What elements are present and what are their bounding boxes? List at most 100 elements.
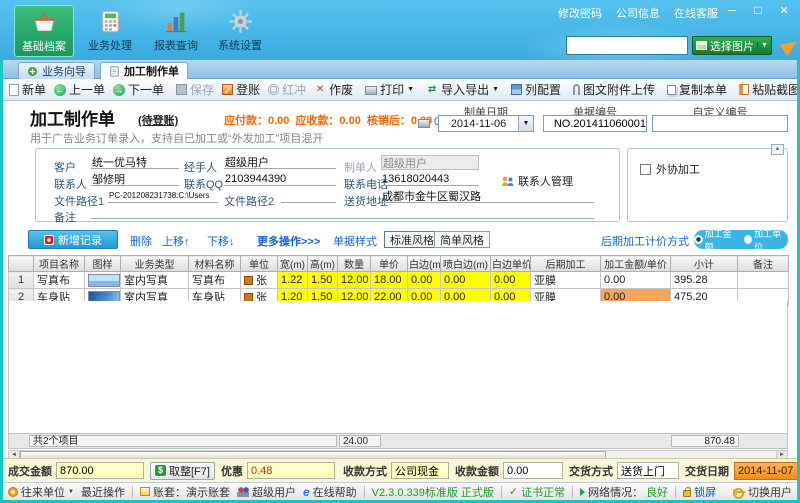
custom-number-field[interactable] [652,115,788,132]
cell-project[interactable]: 写真布 [33,271,85,289]
recent-operations-button[interactable]: 最近操作 [81,484,125,500]
handler-field[interactable] [224,155,336,169]
attachment-upload-button[interactable]: 图文附件上传 [569,80,659,99]
switch-user-button[interactable]: 切换用户 [733,484,792,500]
cell-qty[interactable]: 12.00 [337,271,371,289]
tab-processing-order[interactable]: 加工制作单 [100,62,188,79]
received-field[interactable] [502,462,563,479]
path2-field[interactable] [281,189,336,203]
customer-field[interactable] [91,155,179,169]
cell-remark[interactable] [737,271,789,289]
balance-summary: 应付款：0.00 应收款：0.00 核销后：0.00 [224,112,432,128]
status-badge: (待登账) [138,115,179,127]
cell-image[interactable] [84,271,121,289]
cell-spray-edge[interactable]: 0.00 [440,271,491,289]
nav-settings[interactable]: 系统设置 [210,5,270,57]
simple-style-button[interactable]: 简单风格 [434,231,490,248]
remark-field[interactable] [91,205,594,219]
cell-height[interactable]: 1.50 [307,271,338,289]
paste-screenshot-button[interactable]: 粘贴截图 [735,80,800,99]
online-service-link[interactable]: 在线客服 [674,5,718,21]
nav-basic-files[interactable]: 基础档案 [14,5,74,57]
round-button[interactable]: $ 取整[F7] [150,461,215,480]
path1-field[interactable] [108,189,218,203]
receivable-value: 0.00 [339,115,361,127]
copy-order-button[interactable]: 复制本单 [663,80,731,99]
import-export-button[interactable]: ⇄ 导入导出 ▼ [422,80,503,99]
account-set-item[interactable]: 账套：演示账套 [139,484,230,500]
collapse-panel-icon[interactable]: ▲ [771,144,784,155]
cell-biztype[interactable]: 室内写真 [120,271,189,289]
radio-on-icon[interactable] [694,235,703,244]
select-image-button[interactable]: 选择图片 ▼ [692,36,772,55]
order-date-field[interactable]: 2014-11-06 ▼ [438,115,534,132]
change-password-link[interactable]: 修改密码 [558,5,602,21]
close-button[interactable]: × [776,3,792,17]
outsource-checkbox-row[interactable]: 外协加工 [640,161,700,177]
nav-business[interactable]: 业务处理 [80,5,140,57]
cell-post-process[interactable]: 亚膜 [530,271,601,289]
window-controls: ─ □ × [724,3,792,17]
discount-field[interactable] [246,462,335,479]
table-empty-area[interactable] [8,301,788,433]
outsource-checkbox[interactable] [640,163,651,175]
cell-edge[interactable]: 0.00 [407,271,441,289]
phone-field[interactable] [381,172,479,186]
certificate-status: ✓ 证书正常 [508,486,566,499]
column-config-button[interactable]: 列配置 [507,80,565,99]
radio-process-amount[interactable]: 加工金额 [694,227,739,253]
printer-icon[interactable] [418,118,430,128]
lock-screen-button[interactable]: 锁屏 [683,484,716,500]
next-order-button[interactable]: → 下一单 [109,80,168,99]
cell-edge-price[interactable]: 0.00 [490,271,531,289]
image-path-input[interactable] [566,36,688,55]
delivery-method-field[interactable] [616,462,679,479]
cell-price[interactable]: 18.00 [370,271,408,289]
nav-reports[interactable]: 报表查询 [146,5,206,57]
online-help-button[interactable]: e 在线帮助 [303,484,357,500]
deal-amount-field[interactable] [56,462,144,479]
network-status: 网络情况： 良好 [580,484,668,500]
add-record-button[interactable]: 新增记录 [28,230,118,249]
current-user-item[interactable]: 超级用户 [236,484,296,500]
contact-management-button[interactable]: 联系人管理 [501,173,573,189]
maximize-button[interactable]: □ [750,3,766,17]
tab-business-wizard[interactable]: 业务向导 [18,62,95,79]
standard-style-button[interactable]: 标准风格 [384,231,440,248]
radio-process-unit-price[interactable]: 加工单价 [743,227,789,253]
move-up-button[interactable]: 上移↑ [162,233,190,249]
more-operations-button[interactable]: 更多操作>>> [257,233,320,249]
move-down-button[interactable]: 下移↓ [207,233,235,249]
contact-field[interactable] [91,172,179,186]
check-icon: ✓ [508,486,519,498]
cell-unit[interactable]: 张 [240,271,278,289]
chevron-down-icon: ▼ [407,86,415,93]
row-image-thumbnail[interactable] [88,273,120,287]
company-info-link[interactable]: 公司信息 [616,5,660,21]
doc-style-label[interactable]: 单据样式 [333,233,377,249]
partners-menu[interactable]: 往来单位 ▼ [8,484,74,500]
chevron-down-icon[interactable]: ▼ [518,116,533,131]
delete-record-button[interactable]: 删除 [130,233,152,249]
horn-icon[interactable] [779,35,800,56]
print-button[interactable]: 打印 ▼ [361,80,418,99]
prev-order-button[interactable]: ← 上一单 [50,80,109,99]
radio-off-icon[interactable] [743,235,753,244]
red-flush-button[interactable]: 红冲 [264,80,310,99]
save-button[interactable]: 保存 [172,80,218,99]
qq-field[interactable] [224,172,336,186]
chevron-down-icon[interactable]: ▼ [757,42,768,49]
pay-method-field[interactable] [390,462,449,479]
doc-number-field[interactable] [543,115,647,132]
delivery-date-select[interactable]: 2014-11-07 ▼ [733,461,800,480]
register-button[interactable]: ✓ 登账 [218,80,264,99]
new-order-button[interactable]: 新单 [5,80,50,99]
minimize-button[interactable]: ─ [724,3,740,17]
statusbar-separator [500,485,502,498]
void-button[interactable]: ✕ 作废 [310,80,357,99]
address-field[interactable] [381,189,594,203]
chevron-down-icon: ▼ [68,488,74,495]
cell-material[interactable]: 写真布 [188,271,241,289]
cell-width[interactable]: 1.22 [277,271,308,289]
cell-process-amount[interactable]: 0.00 [600,271,671,289]
